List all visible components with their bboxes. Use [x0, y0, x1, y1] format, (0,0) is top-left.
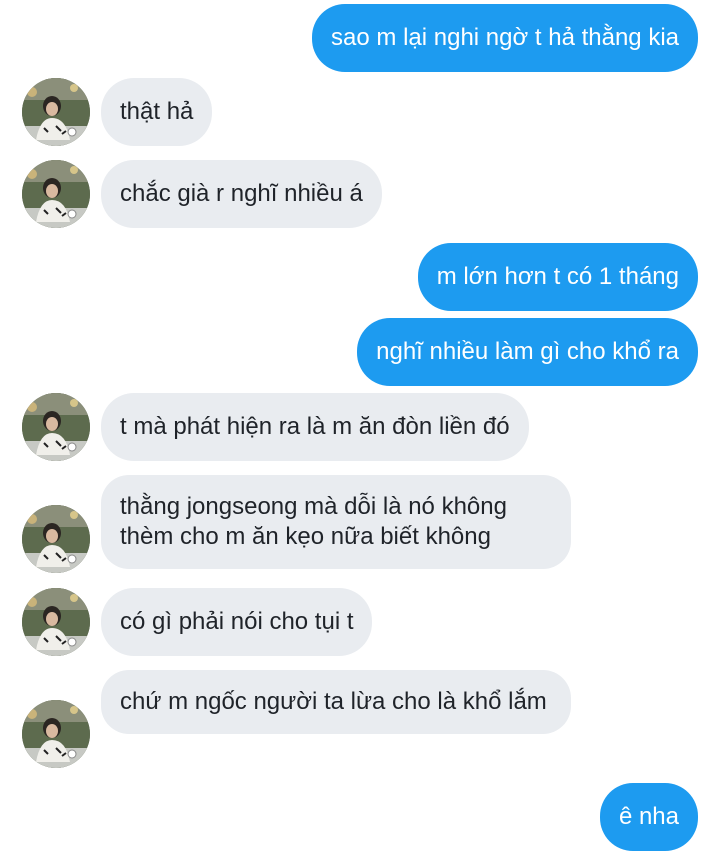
- profile-photo-icon: [22, 78, 90, 146]
- message-text: có gì phải nói cho tụi t: [120, 608, 354, 635]
- incoming-message-bubble[interactable]: chắc già r nghĩ nhiều á: [101, 160, 382, 228]
- incoming-message-bubble[interactable]: t mà phát hiện ra là m ăn đòn liền đó: [101, 393, 529, 461]
- contact-avatar[interactable]: [22, 393, 90, 461]
- incoming-message-bubble[interactable]: thật hả: [101, 78, 213, 146]
- message-text: t mà phát hiện ra là m ăn đòn liền đó: [120, 413, 510, 440]
- profile-photo-icon: [22, 160, 90, 228]
- message-text: thằng jongseong mà dỗi là nó không thèm …: [120, 493, 507, 550]
- message-text: chắc già r nghĩ nhiều á: [120, 180, 363, 207]
- contact-avatar[interactable]: [22, 160, 90, 228]
- message-text: thật hả: [120, 98, 194, 125]
- outgoing-message-bubble[interactable]: nghĩ nhiều làm gì cho khổ ra: [357, 318, 698, 386]
- message-text: m lớn hơn t có 1 tháng: [436, 263, 679, 290]
- outgoing-message-bubble[interactable]: m lớn hơn t có 1 tháng: [417, 243, 698, 311]
- message-text: ê nha: [618, 803, 679, 830]
- outgoing-message-bubble[interactable]: sao m lại nghi ngờ t hả thằng kia: [312, 4, 698, 72]
- message-text: sao m lại nghi ngờ t hả thằng kia: [331, 24, 679, 51]
- contact-avatar[interactable]: [22, 700, 90, 768]
- contact-avatar[interactable]: [22, 505, 90, 573]
- outgoing-message-bubble[interactable]: ê nha: [599, 783, 698, 851]
- chat-thread: sao m lại nghi ngờ t hả thằng kia thật h…: [0, 0, 719, 862]
- profile-photo-icon: [22, 700, 90, 768]
- incoming-message-bubble[interactable]: chứ m ngốc người ta lừa cho là khổ lắm: [101, 670, 571, 734]
- profile-photo-icon: [22, 588, 90, 656]
- contact-avatar[interactable]: [22, 78, 90, 146]
- incoming-message-bubble[interactable]: có gì phải nói cho tụi t: [101, 588, 373, 656]
- profile-photo-icon: [22, 393, 90, 461]
- incoming-message-bubble[interactable]: thằng jongseong mà dỗi là nó không thèm …: [101, 475, 571, 569]
- contact-avatar[interactable]: [22, 588, 90, 656]
- message-text: nghĩ nhiều làm gì cho khổ ra: [376, 338, 679, 365]
- message-text: chứ m ngốc người ta lừa cho là khổ lắm: [120, 688, 547, 715]
- profile-photo-icon: [22, 505, 90, 573]
